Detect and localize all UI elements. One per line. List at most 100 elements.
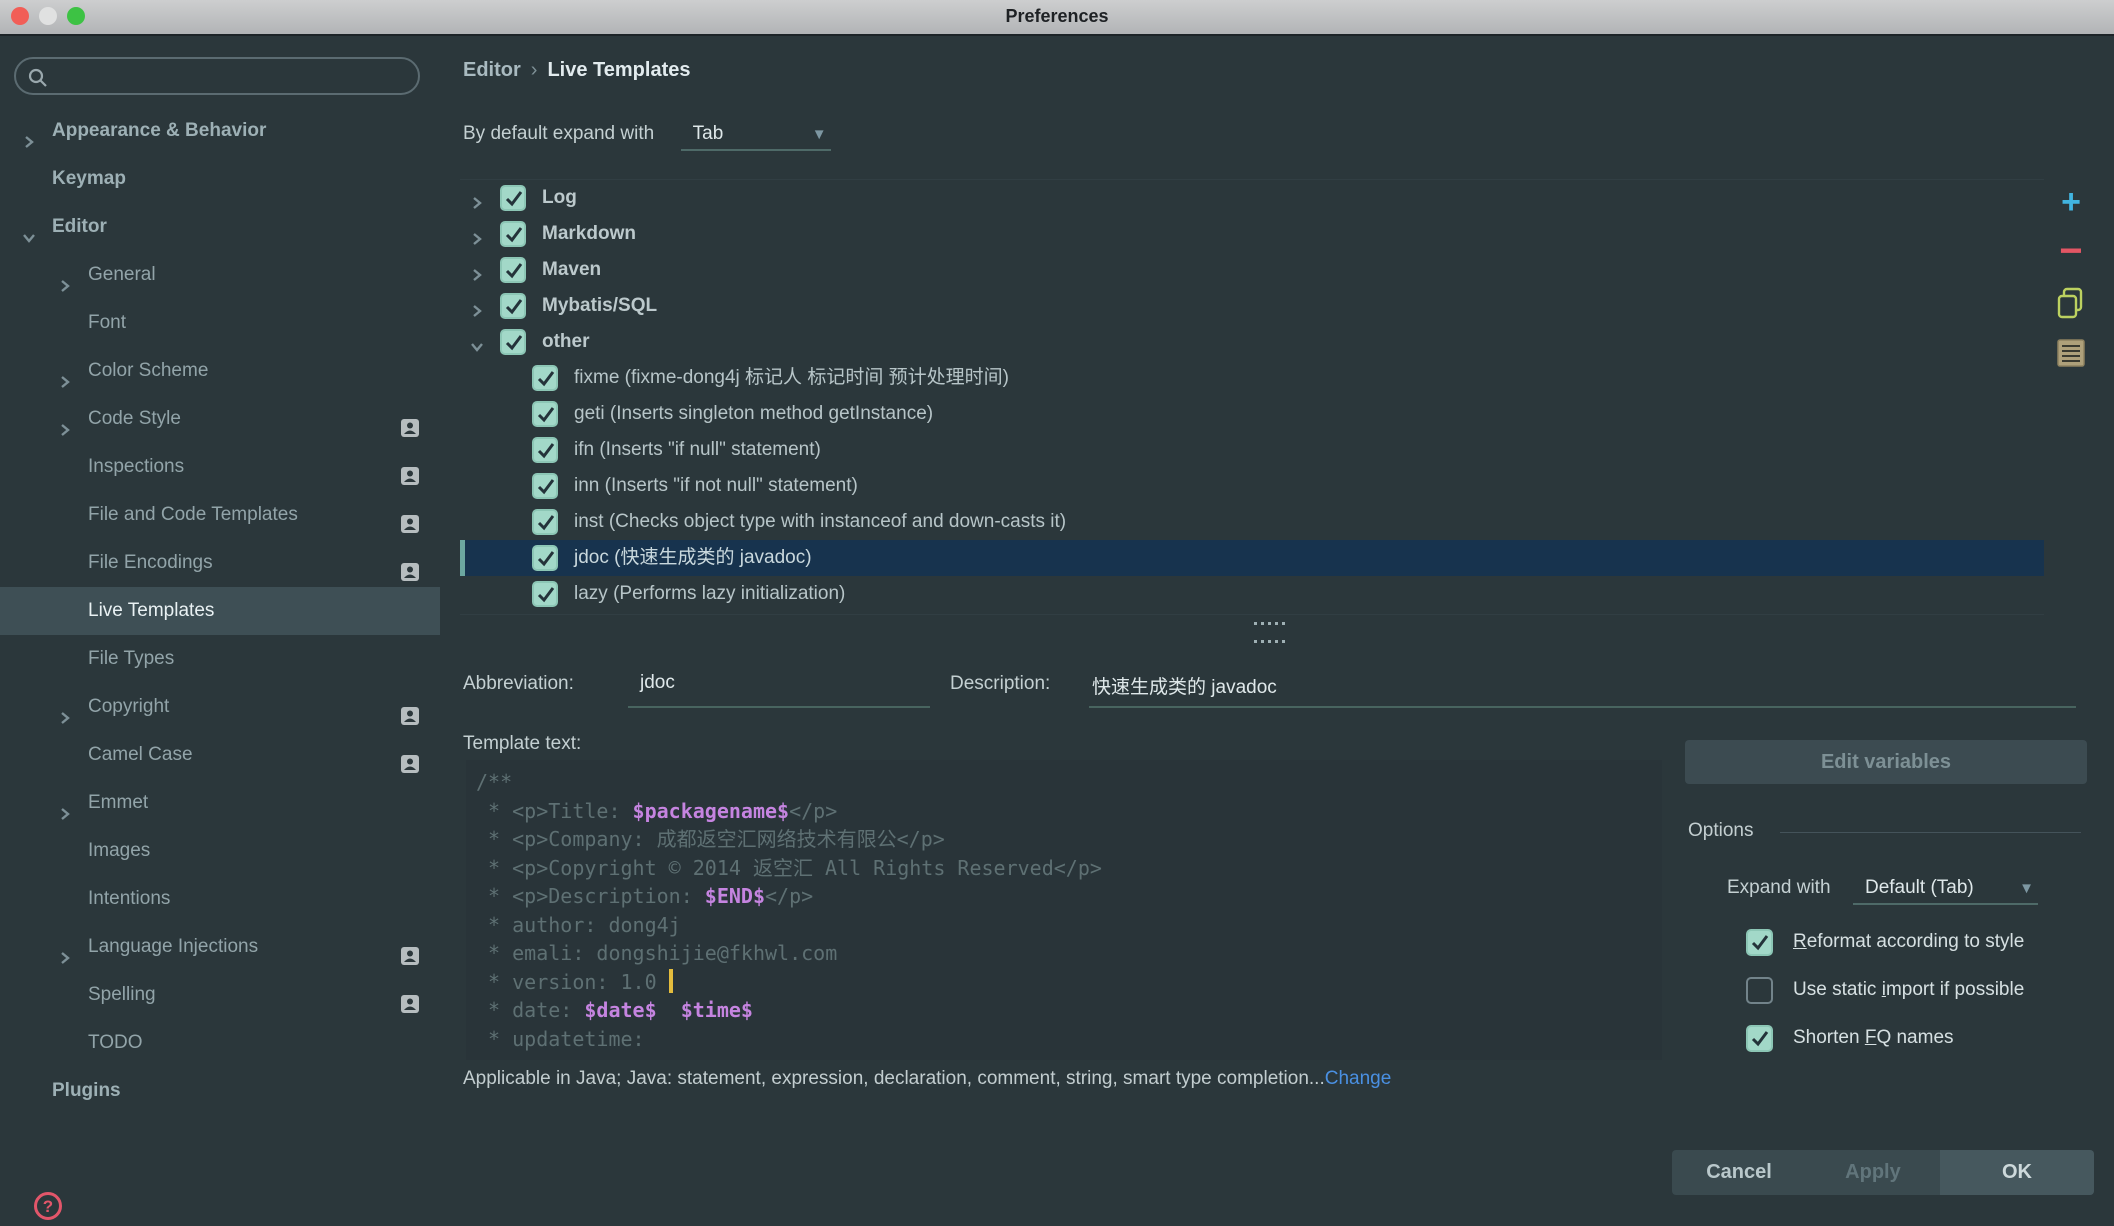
description-field[interactable]: 快速生成类的 javadoc <box>1092 672 1277 699</box>
template-tree-row-inn[interactable]: inn (Inserts "if not null" statement) <box>460 468 2044 504</box>
template-checkbox[interactable] <box>532 509 558 535</box>
sidebar-item-file-and-code-templates[interactable]: File and Code Templates <box>0 491 440 539</box>
sidebar-item-inspections[interactable]: Inspections <box>0 443 440 491</box>
sidebar-item-label: Live Templates <box>88 587 214 635</box>
template-checkbox[interactable] <box>532 401 558 427</box>
sidebar-item-plugins[interactable]: Plugins <box>0 1067 440 1115</box>
chevron-down-icon[interactable] <box>20 229 38 247</box>
template-checkbox[interactable] <box>532 473 558 499</box>
chevron-right-icon[interactable] <box>56 277 74 295</box>
chevron-right-icon[interactable] <box>56 709 74 727</box>
duplicate-template-button[interactable] <box>2048 287 2094 338</box>
breadcrumb-page: Live Templates <box>547 59 690 81</box>
description-label: Description: <box>950 673 1050 695</box>
template-tree-row-geti[interactable]: geti (Inserts singleton method getInstan… <box>460 396 2044 432</box>
template-tree-row-lazy[interactable]: lazy (Performs lazy initialization) <box>460 576 2044 612</box>
chevron-right-icon[interactable] <box>56 373 74 391</box>
expand-with-dropdown[interactable]: Default (Tab) ▼ <box>1853 874 2038 905</box>
sidebar-item-editor[interactable]: Editor <box>0 203 440 251</box>
edit-variables-button[interactable]: Edit variables <box>1685 740 2087 784</box>
template-label: inn (Inserts "if not null" statement) <box>574 468 858 504</box>
template-tree-row-ifn[interactable]: ifn (Inserts "if null" statement) <box>460 432 2044 468</box>
chevron-right-icon[interactable] <box>468 266 486 284</box>
template-tree-row-fixme[interactable]: fixme (fixme-dong4j 标记人 标记时间 预计处理时间) <box>460 360 2044 396</box>
template-checkbox[interactable] <box>532 437 558 463</box>
template-checkbox[interactable] <box>500 185 526 211</box>
option-reformat-according-to-style[interactable]: Reformat according to style <box>1746 920 2106 968</box>
chevron-right-icon[interactable] <box>56 421 74 439</box>
option-checkbox[interactable] <box>1746 929 1773 956</box>
template-checkbox[interactable] <box>500 221 526 247</box>
checkmark-icon <box>535 584 557 606</box>
template-checkbox[interactable] <box>500 293 526 319</box>
help-button[interactable]: ? <box>33 1191 63 1221</box>
default-expand-dropdown[interactable]: Tab ▼ <box>681 120 831 151</box>
project-settings-icon <box>400 706 420 726</box>
sidebar-item-label: Inspections <box>88 443 184 491</box>
list-document-icon <box>2056 338 2086 368</box>
chevron-right-icon[interactable] <box>20 133 38 151</box>
project-settings-icon <box>400 994 420 1014</box>
sidebar-item-label: Language Injections <box>88 923 258 971</box>
sidebar-item-language-injections[interactable]: Language Injections <box>0 923 440 971</box>
sidebar-item-live-templates[interactable]: Live Templates <box>0 587 440 635</box>
sidebar-item-appearance-behavior[interactable]: Appearance & Behavior <box>0 107 440 155</box>
text-caret <box>669 969 673 993</box>
restore-defaults-button[interactable] <box>2048 338 2094 389</box>
sidebar-item-spelling[interactable]: Spelling <box>0 971 440 1019</box>
project-settings-icon <box>400 946 420 966</box>
sidebar-item-file-encodings[interactable]: File Encodings <box>0 539 440 587</box>
template-checkbox[interactable] <box>532 581 558 607</box>
option-use-static-import-if-possible[interactable]: Use static import if possible <box>1746 968 2106 1016</box>
template-tree-row-inst[interactable]: inst (Checks object type with instanceof… <box>460 504 2044 540</box>
sidebar-item-camel-case[interactable]: Camel Case <box>0 731 440 779</box>
sidebar-item-emmet[interactable]: Emmet <box>0 779 440 827</box>
remove-template-button[interactable]: − <box>2048 236 2094 287</box>
sidebar-item-copyright[interactable]: Copyright <box>0 683 440 731</box>
chevron-right-icon[interactable] <box>468 194 486 212</box>
template-tree-row-markdown[interactable]: Markdown <box>460 216 2044 252</box>
template-tree-row-other[interactable]: other <box>460 324 2044 360</box>
template-variable: $END$ <box>705 884 765 908</box>
sidebar-item-code-style[interactable]: Code Style <box>0 395 440 443</box>
breadcrumb-section[interactable]: Editor <box>463 59 521 81</box>
template-checkbox[interactable] <box>500 329 526 355</box>
option-shorten-fq-names[interactable]: Shorten FQ names <box>1746 1016 2106 1064</box>
sidebar-item-color-scheme[interactable]: Color Scheme <box>0 347 440 395</box>
option-checkbox[interactable] <box>1746 1025 1773 1052</box>
template-checkbox[interactable] <box>532 365 558 391</box>
template-text-editor[interactable]: /** * <p>Title: $packagename$</p> * <p>C… <box>466 760 1662 1060</box>
chevron-right-icon[interactable] <box>56 805 74 823</box>
sidebar-item-images[interactable]: Images <box>0 827 440 875</box>
sidebar-item-intentions[interactable]: Intentions <box>0 875 440 923</box>
chevron-right-icon[interactable] <box>56 949 74 967</box>
chevron-down-icon[interactable] <box>468 338 486 356</box>
template-tree-row-log[interactable]: Log <box>460 180 2044 216</box>
option-checkbox[interactable] <box>1746 977 1773 1004</box>
search-input[interactable] <box>14 57 420 95</box>
sidebar-item-general[interactable]: General <box>0 251 440 299</box>
template-tree-row-mybatis-sql[interactable]: Mybatis/SQL <box>460 288 2044 324</box>
chevron-right-icon[interactable] <box>468 230 486 248</box>
apply-button[interactable]: Apply <box>1806 1150 1940 1195</box>
preferences-window: { "window": { "title": "Preferences" }, … <box>0 0 2114 1212</box>
sidebar-item-file-types[interactable]: File Types <box>0 635 440 683</box>
sidebar-item-keymap[interactable]: Keymap <box>0 155 440 203</box>
template-tree-row-jdoc[interactable]: jdoc (快速生成类的 javadoc) <box>460 540 2044 576</box>
code-line: * updatetime: <box>476 1025 1662 1054</box>
template-tree-row-maven[interactable]: Maven <box>460 252 2044 288</box>
sidebar-item-todo[interactable]: TODO <box>0 1019 440 1067</box>
cancel-button[interactable]: Cancel <box>1672 1150 1806 1195</box>
splitter-handle[interactable] <box>1252 612 1302 624</box>
chevron-right-icon[interactable] <box>468 302 486 320</box>
sidebar-item-font[interactable]: Font <box>0 299 440 347</box>
template-checkbox[interactable] <box>532 545 558 571</box>
change-context-link[interactable]: Change <box>1325 1068 1392 1089</box>
search-icon <box>26 66 50 90</box>
code-text <box>657 998 681 1022</box>
template-checkbox[interactable] <box>500 257 526 283</box>
abbreviation-field[interactable]: jdoc <box>640 672 675 694</box>
ok-button[interactable]: OK <box>1940 1150 2094 1195</box>
option-label: Shorten FQ names <box>1793 1027 1954 1049</box>
settings-sidebar: Appearance & BehaviorKeymapEditorGeneral… <box>0 36 440 1212</box>
